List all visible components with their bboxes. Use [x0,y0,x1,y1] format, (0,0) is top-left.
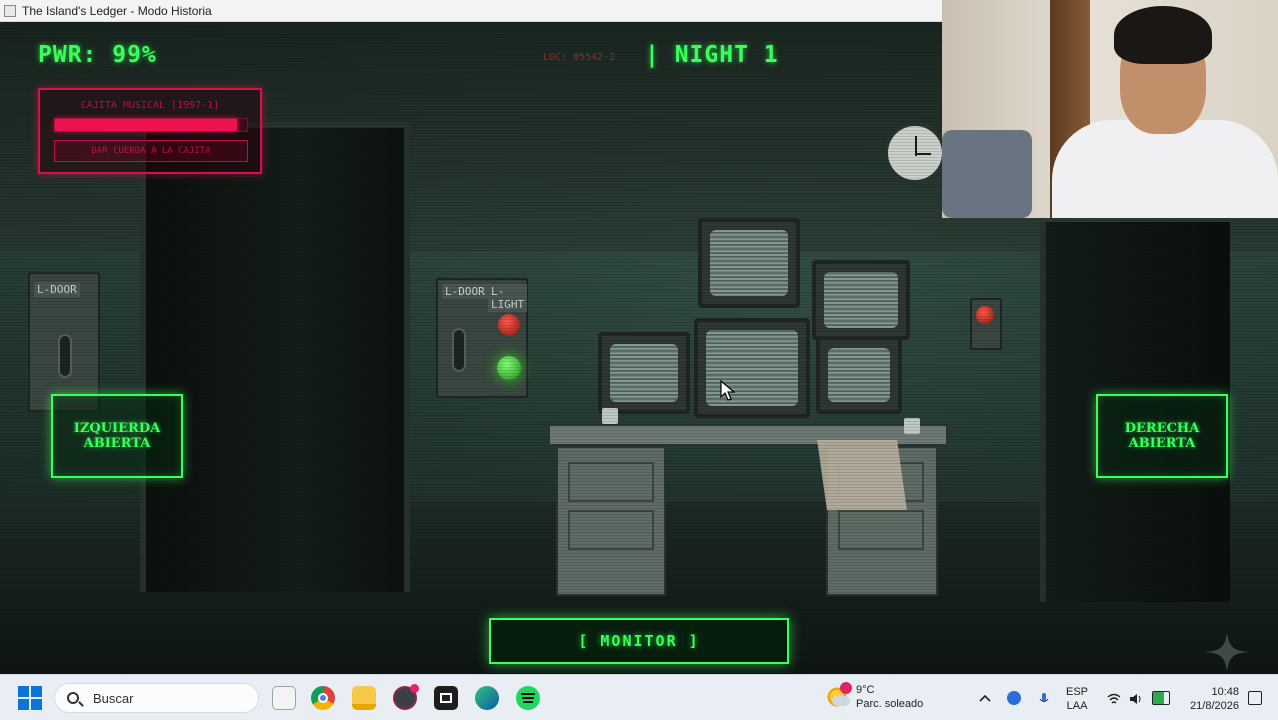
crt-monitor [698,218,800,308]
volume-icon[interactable] [1129,691,1143,705]
edge-icon[interactable] [475,686,499,710]
monitor-button[interactable]: [ MONITOR ] [489,618,789,664]
clock-date: 21/8/2026 [1190,700,1239,712]
left-door-button[interactable]: IZQUIERDA ABIERTA [51,394,183,478]
game-app-icon[interactable] [393,684,419,710]
taskbar-search[interactable]: Buscar [54,683,259,713]
spotify-icon[interactable] [516,686,540,710]
left-doorway [140,122,410,592]
sparkle-icon [1204,632,1250,676]
music-box-widget: CAJITA MUSICAL [1997-1] DAR CUERDA A LA … [38,88,262,174]
webcam-couch [942,130,1032,218]
language-top: ESP [1066,686,1089,698]
window-title: The Island's Ledger - Modo Historia [22,3,212,18]
task-view-icon[interactable] [272,686,296,710]
mug-icon [602,408,618,424]
notification-badge [840,682,852,694]
right-wall-switch [970,298,1002,350]
app-icon [4,4,16,17]
desk-left-drawers [556,446,666,596]
language-indicator[interactable]: ESP LAA [1066,685,1088,713]
left-control-panel: L-DOOR L-LIGHT [436,278,528,398]
power-indicator: PWR: 99% [38,42,157,68]
crt-monitor [816,336,902,414]
file-explorer-icon[interactable] [352,686,376,710]
webcam-person-body [1052,120,1278,218]
weather-icon [826,682,852,708]
right-door-button[interactable]: DERECHA ABIERTA [1096,394,1228,478]
music-box-progress [54,118,248,132]
panel-door-lever [452,328,466,372]
music-box-progress-fill [55,119,238,131]
window-titlebar[interactable]: The Island's Ledger - Modo Historia [0,0,942,22]
search-icon [67,692,79,704]
wifi-icon[interactable] [1107,691,1121,705]
green-light-icon [497,356,521,380]
weather-desc: Parc. soleado [856,698,924,710]
battery-icon[interactable] [1152,691,1170,705]
left-door-wall-label: L-DOOR [34,282,80,297]
clock-time: 10:48 [1211,686,1239,698]
start-button[interactable] [18,686,42,710]
music-box-title: CAJITA MUSICAL [1997-1] [80,100,220,111]
location-code: LOC: #5542-2 [543,52,616,63]
search-placeholder: Buscar [93,690,134,706]
language-bottom: LAA [1066,700,1088,712]
panel-door-label: L-DOOR [442,284,488,299]
red-light-icon [498,314,520,336]
monitor-button-label: [ MONITOR ] [578,632,700,650]
onedrive-icon[interactable] [1007,691,1021,705]
wall-clock-icon [884,122,946,184]
right-door-button-label: DERECHA ABIERTA [1124,421,1200,451]
crt-monitor [694,318,810,418]
panel-light-label: L-LIGHT [488,284,528,312]
left-door-lever [58,334,72,378]
wind-music-box-button[interactable]: DAR CUERDA A LA CAJITA [54,140,248,162]
weather-temp: 9°C [856,684,875,696]
crt-monitor [598,332,690,414]
microphone-icon[interactable] [1037,691,1051,705]
clock[interactable]: 10:48 21/8/2026 [1183,685,1239,713]
left-door-wall-panel: L-DOOR [28,272,100,412]
mug-icon [904,418,920,434]
chevron-up-icon[interactable] [978,691,992,705]
chrome-icon[interactable] [311,686,335,710]
webcam-person-hair [1114,6,1212,64]
webcam-overlay [942,0,1278,218]
weather-widget[interactable]: 9°C Parc. soleado [826,682,924,711]
capcut-icon[interactable] [434,686,458,710]
notification-center-icon[interactable] [1248,691,1262,705]
night-indicator: | NIGHT 1 [645,42,779,68]
right-red-light-icon [976,306,994,324]
crt-monitor [812,260,910,340]
left-door-button-label: IZQUIERDA ABIERTA [73,421,161,451]
taskbar: Buscar 9°C Parc. soleado ESP LAA 10:48 2… [0,674,1278,720]
desk-cloth [817,440,907,510]
